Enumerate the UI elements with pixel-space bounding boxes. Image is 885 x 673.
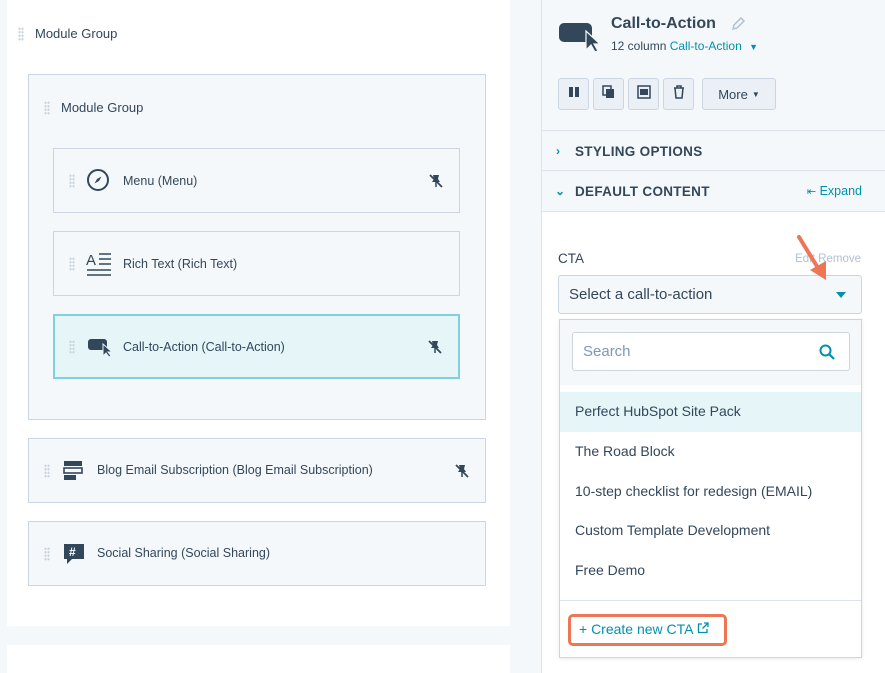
- module-blog-email-subscription[interactable]: Blog Email Subscription (Blog Email Subs…: [28, 438, 486, 503]
- clone-button[interactable]: [593, 78, 624, 110]
- wrap-icon: [636, 84, 651, 104]
- dropdown-footer: + Create new CTA: [560, 600, 861, 657]
- module-editor-panel: Call-to-Action 12 column Call-to-Action …: [541, 0, 885, 673]
- dropdown-option[interactable]: The Road Block: [560, 432, 861, 472]
- search-icon[interactable]: [819, 344, 835, 365]
- cta-dropdown-menu: Perfect HubSpot Site Pack The Road Block…: [559, 319, 862, 658]
- caret-down-icon: ▼: [751, 89, 760, 99]
- create-cta-label: + Create new CTA: [579, 621, 693, 637]
- wrap-button[interactable]: [628, 78, 659, 110]
- section-title: DEFAULT CONTENT: [575, 183, 710, 199]
- outer-module-group-label: Module Group: [35, 26, 118, 41]
- module-social-sharing[interactable]: # Social Sharing (Social Sharing): [28, 521, 486, 586]
- drag-handle-icon[interactable]: [69, 174, 75, 188]
- module-label: Blog Email Subscription (Blog Email Subs…: [97, 463, 373, 477]
- hashtag-icon: #: [62, 542, 86, 566]
- cta-cursor-icon: [87, 337, 113, 357]
- cta-field-label: CTA: [558, 251, 584, 266]
- module-toolbar: More ▼: [558, 78, 776, 110]
- pencil-icon[interactable]: [731, 16, 746, 36]
- chevron-down-icon: ⌄: [555, 184, 566, 198]
- panel-title: Call-to-Action: [611, 15, 716, 32]
- split-button[interactable]: [558, 78, 589, 110]
- chevron-right-icon: ›: [556, 144, 560, 158]
- rich-text-icon: A: [86, 251, 112, 277]
- pin-off-icon[interactable]: [454, 463, 470, 479]
- split-icon: [567, 84, 581, 104]
- search-input[interactable]: [583, 343, 803, 360]
- svg-text:#: #: [69, 545, 76, 559]
- cta-select-value: Select a call-to-action: [569, 286, 713, 303]
- drag-handle-icon[interactable]: [18, 27, 24, 41]
- module-label: Social Sharing (Social Sharing): [97, 546, 271, 560]
- module-type-link[interactable]: Call-to-Action: [670, 39, 742, 53]
- module-label: Menu (Menu): [123, 174, 198, 188]
- clone-icon: [601, 84, 616, 104]
- pin-off-icon[interactable]: [428, 173, 444, 189]
- caret-down-icon: [836, 292, 846, 298]
- default-content-section[interactable]: ⌄ DEFAULT CONTENT ⇤ Expand: [542, 170, 885, 211]
- annotation-arrow-icon: [796, 234, 836, 289]
- more-button[interactable]: More ▼: [702, 78, 776, 110]
- drag-handle-icon[interactable]: [44, 101, 50, 115]
- dropdown-option[interactable]: Perfect HubSpot Site Pack: [560, 392, 861, 432]
- expand-link[interactable]: ⇤ Expand: [807, 184, 862, 198]
- create-new-cta-button[interactable]: + Create new CTA: [568, 614, 727, 646]
- trash-icon: [672, 84, 686, 104]
- drag-handle-icon[interactable]: [69, 340, 75, 354]
- caret-down-icon[interactable]: ▼: [749, 42, 758, 52]
- form-icon: [63, 460, 85, 482]
- drag-handle-icon[interactable]: [44, 464, 50, 478]
- canvas-next-section: [7, 645, 510, 673]
- module-call-to-action[interactable]: Call-to-Action (Call-to-Action): [53, 314, 460, 379]
- search-field[interactable]: [572, 332, 850, 371]
- dropdown-search-area: [560, 320, 861, 385]
- panel-subtitle: 12 column Call-to-Action ▼: [611, 39, 758, 53]
- delete-button[interactable]: [663, 78, 694, 110]
- more-label: More: [718, 86, 748, 102]
- expand-label: Expand: [819, 184, 862, 198]
- layout-canvas: Module Group Module Group Menu (Menu) A: [0, 0, 510, 673]
- styling-options-section[interactable]: › STYLING OPTIONS: [542, 130, 885, 171]
- external-link-icon: [697, 621, 709, 637]
- module-group-label: Module Group: [61, 100, 144, 115]
- module-rich-text[interactable]: A Rich Text (Rich Text): [53, 231, 460, 296]
- cta-cursor-icon: [558, 20, 602, 57]
- expand-icon: ⇤: [806, 186, 817, 198]
- module-group[interactable]: Module Group Menu (Menu) A Rich Text (Ri…: [28, 74, 486, 420]
- compass-icon: [86, 168, 110, 192]
- panel-gutter: [510, 0, 541, 673]
- svg-text:A: A: [86, 252, 96, 269]
- section-title: STYLING OPTIONS: [575, 143, 703, 159]
- drag-handle-icon[interactable]: [69, 257, 75, 271]
- module-menu[interactable]: Menu (Menu): [53, 148, 460, 213]
- dropdown-option[interactable]: 10-step checklist for redesign (EMAIL): [560, 472, 861, 512]
- module-label: Call-to-Action (Call-to-Action): [123, 340, 285, 354]
- dropdown-option[interactable]: Custom Template Development: [560, 511, 861, 551]
- column-count: 12 column: [611, 39, 667, 53]
- dropdown-option[interactable]: Free Demo: [560, 551, 861, 591]
- canvas-section: Module Group Module Group Menu (Menu) A: [7, 0, 510, 626]
- pin-off-icon[interactable]: [427, 339, 443, 355]
- drag-handle-icon[interactable]: [44, 547, 50, 561]
- module-label: Rich Text (Rich Text): [123, 257, 238, 271]
